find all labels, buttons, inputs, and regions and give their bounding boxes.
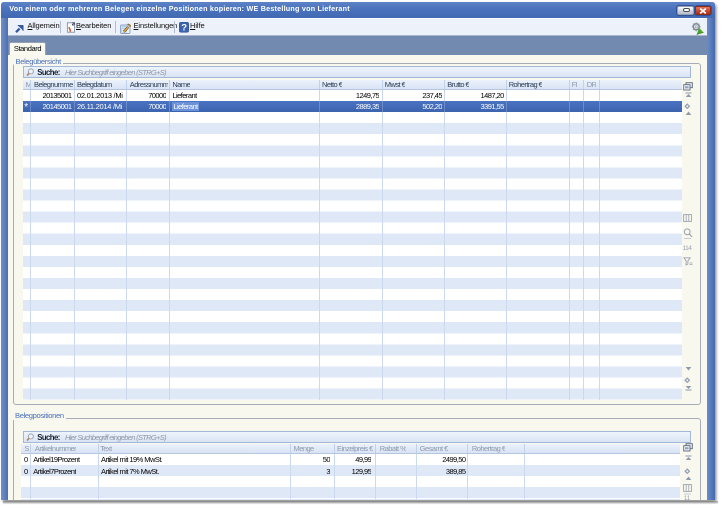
svg-text:?: ? [181,23,187,33]
svg-text:11: 11 [684,495,691,499]
